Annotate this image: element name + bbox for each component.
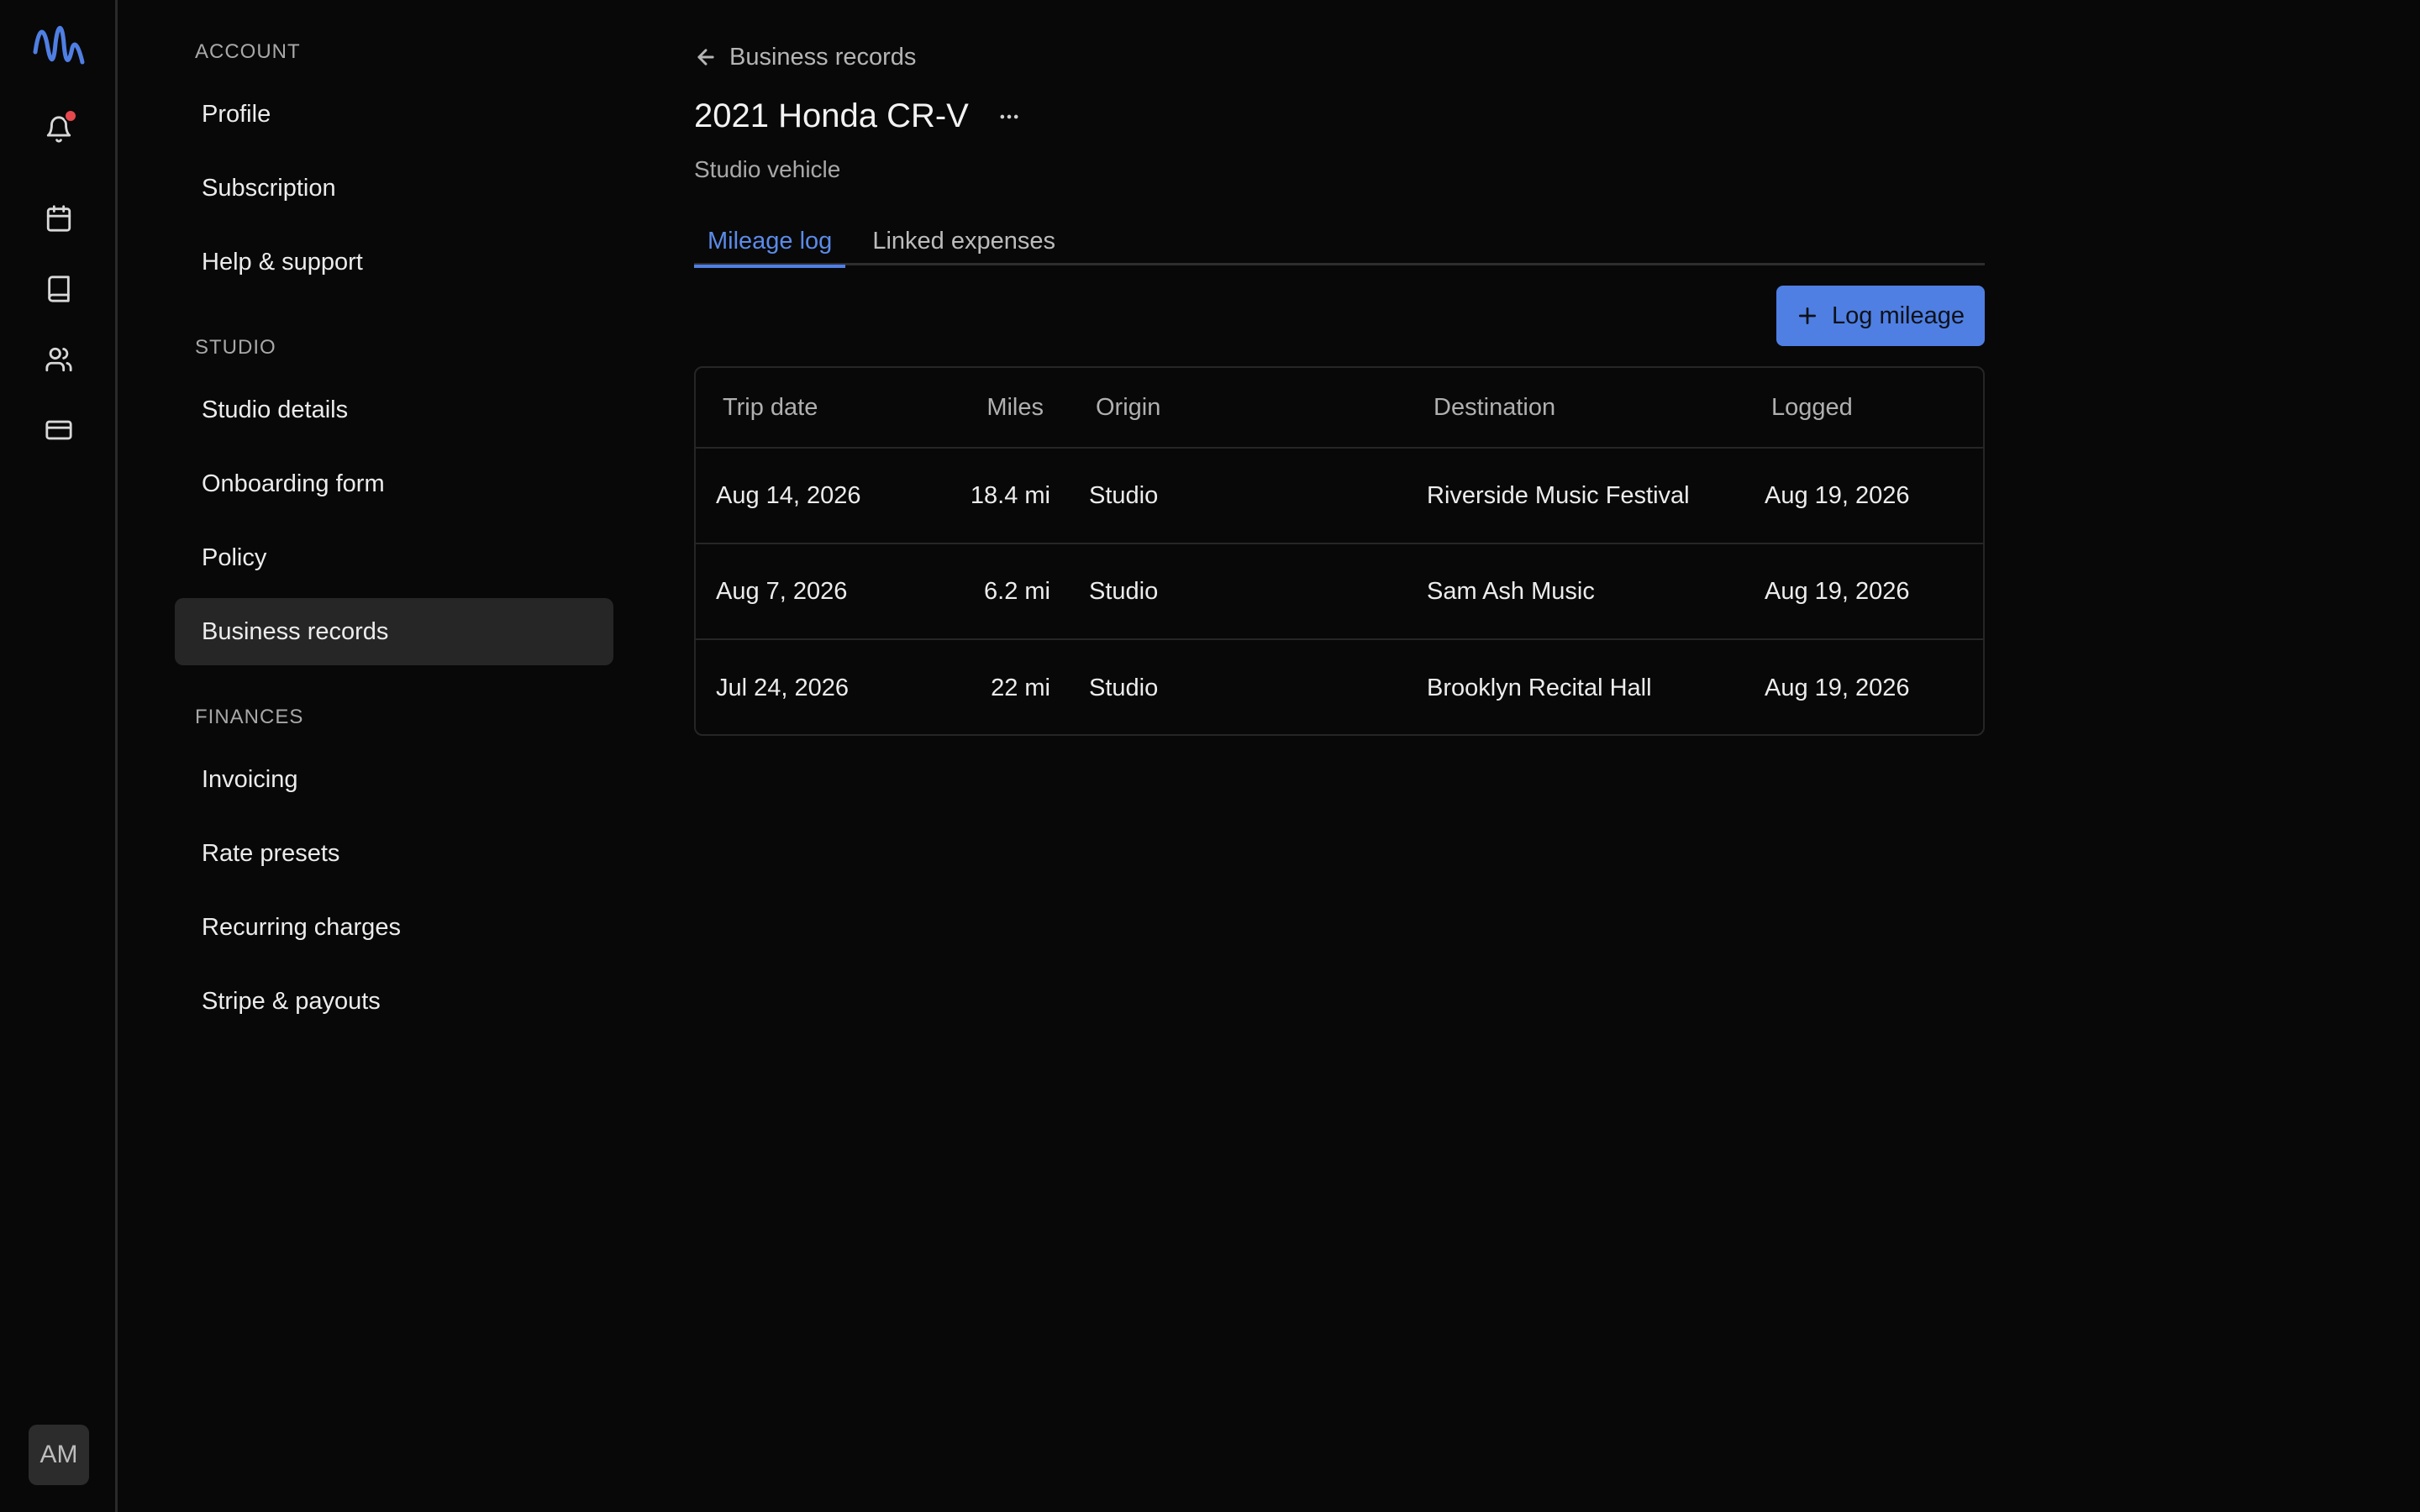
book-icon[interactable] (39, 269, 79, 309)
nav-item-business-records[interactable]: Business records (175, 598, 613, 665)
origin-cell: Studio (1089, 674, 1159, 701)
page-subtitle: Studio vehicle (694, 156, 841, 182)
table-row[interactable]: Jul 24, 2026 22 mi Studio Brooklyn Recit… (696, 640, 1983, 734)
trip-date-cell: Aug 7, 2026 (716, 577, 848, 605)
page-title: 2021 Honda CR-V (694, 97, 1026, 135)
section-title-studio: STUDIO (195, 336, 276, 359)
section-title-account: ACCOUNT (195, 40, 301, 63)
origin-cell: Studio (1089, 481, 1159, 509)
plus-icon (1798, 307, 1817, 325)
destination-cell: Riverside Music Festival (1427, 481, 1690, 509)
nav-item-policy[interactable]: Policy (175, 524, 613, 591)
column-header-logged[interactable]: Logged (1771, 368, 1853, 447)
notification-dot (64, 109, 77, 123)
tab-bar: Mileage log Linked expenses (694, 217, 1985, 268)
nav-item-rate-presets[interactable]: Rate presets (175, 820, 613, 887)
arrow-left-icon (697, 49, 714, 66)
logged-cell: Aug 19, 2026 (1765, 577, 1910, 605)
nav-item-subscription[interactable]: Subscription (175, 155, 613, 222)
credit-card-icon[interactable] (39, 410, 79, 450)
nav-item-invoicing[interactable]: Invoicing (175, 746, 613, 813)
table-row[interactable]: Aug 14, 2026 18.4 mi Studio Riverside Mu… (696, 449, 1983, 544)
table-row[interactable]: Aug 7, 2026 6.2 mi Studio Sam Ash Music … (696, 544, 1983, 640)
icon-rail: AM (0, 0, 118, 1512)
destination-cell: Brooklyn Recital Hall (1427, 674, 1652, 701)
avatar[interactable]: AM (29, 1425, 89, 1485)
miles-cell: 6.2 mi (984, 577, 1050, 605)
nav-item-onboarding-form[interactable]: Onboarding form (175, 450, 613, 517)
tab-mileage-log[interactable]: Mileage log (694, 217, 846, 268)
calendar-icon[interactable] (39, 198, 79, 239)
trip-date-cell: Aug 14, 2026 (716, 481, 861, 509)
log-mileage-button[interactable]: Log mileage (1776, 286, 1985, 346)
nav-item-profile[interactable]: Profile (175, 81, 613, 148)
miles-cell: 18.4 mi (970, 481, 1050, 509)
logged-cell: Aug 19, 2026 (1765, 674, 1910, 701)
bell-icon[interactable] (39, 109, 79, 150)
column-header-miles[interactable]: Miles (948, 368, 1044, 447)
users-icon[interactable] (39, 339, 79, 380)
back-link[interactable]: Business records (694, 40, 916, 74)
app-logo-icon[interactable] (30, 18, 87, 69)
more-options-button[interactable] (992, 100, 1026, 134)
table-header: Trip date Miles Origin Destination Logge… (696, 368, 1983, 449)
back-link-label: Business records (729, 43, 917, 71)
section-title-finances: FINANCES (195, 706, 304, 728)
page-title-text: 2021 Honda CR-V (694, 97, 969, 134)
nav-item-stripe-payouts[interactable]: Stripe & payouts (175, 968, 613, 1035)
nav-item-help-support[interactable]: Help & support (175, 228, 613, 296)
column-header-trip-date[interactable]: Trip date (723, 368, 818, 447)
trip-date-cell: Jul 24, 2026 (716, 674, 850, 701)
miles-cell: 22 mi (991, 674, 1050, 701)
origin-cell: Studio (1089, 577, 1159, 605)
nav-item-recurring-charges[interactable]: Recurring charges (175, 894, 613, 961)
log-mileage-label: Log mileage (1832, 302, 1965, 329)
logged-cell: Aug 19, 2026 (1765, 481, 1910, 509)
nav-item-studio-details[interactable]: Studio details (175, 376, 613, 444)
destination-cell: Sam Ash Music (1427, 577, 1595, 605)
tab-linked-expenses[interactable]: Linked expenses (859, 217, 1069, 265)
column-header-destination[interactable]: Destination (1434, 368, 1555, 447)
mileage-table: Trip date Miles Origin Destination Logge… (694, 366, 1985, 736)
column-header-origin[interactable]: Origin (1096, 368, 1160, 447)
ellipsis-icon (1000, 114, 1018, 118)
